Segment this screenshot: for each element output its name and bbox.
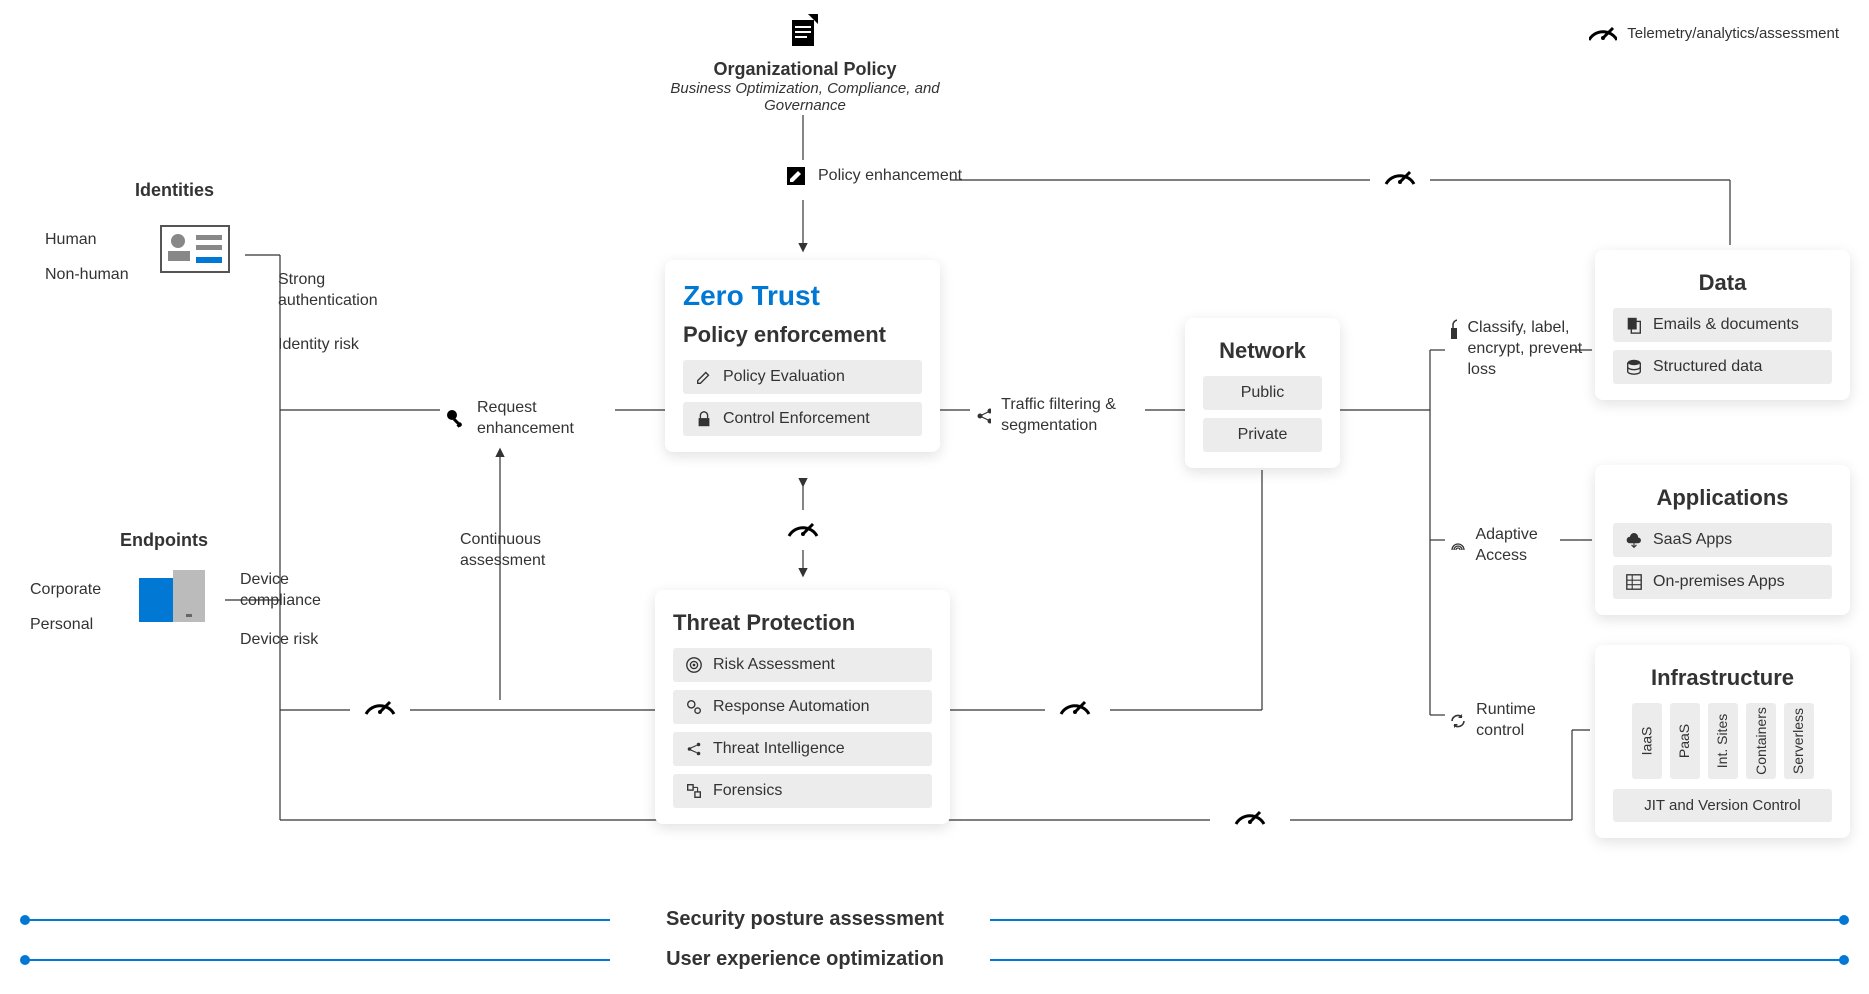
identities-heading: Identities	[135, 180, 214, 201]
network-card: Network Public Private	[1185, 318, 1340, 468]
document-icon	[790, 14, 820, 48]
traffic-filtering-label: Traffic filtering & segmentation	[1001, 395, 1175, 437]
id-card-icon	[160, 225, 230, 278]
org-policy-block: Organizational Policy Business Optimizat…	[640, 14, 970, 114]
infra-jit: JIT and Version Control	[1613, 789, 1832, 822]
pill-forensics-label: Forensics	[713, 782, 782, 800]
pill-network-private-label: Private	[1238, 426, 1288, 444]
pill-network-public: Public	[1203, 376, 1322, 410]
pill-network-public-label: Public	[1241, 384, 1285, 402]
edit-square-icon	[786, 166, 806, 186]
gauge-icon	[1589, 22, 1617, 44]
apps-card: Applications SaaS Apps On-premises Apps	[1595, 465, 1850, 615]
identities-strong-auth: Strong authentication	[278, 270, 418, 312]
infra-col-intsites: Int. Sites	[1708, 703, 1738, 779]
infra-col-paas: PaaS	[1670, 703, 1700, 779]
target-icon	[685, 656, 703, 674]
threat-card: Threat Protection Risk Assessment Respon…	[655, 590, 950, 824]
zero-trust-title: Policy enforcement	[683, 322, 922, 348]
runtime-label-row: Runtime control	[1448, 700, 1578, 742]
identities-nonhuman: Non-human	[45, 265, 129, 286]
pill-emails: Emails & documents	[1613, 308, 1832, 342]
fingerprint-icon	[1448, 536, 1465, 556]
pencil-icon	[695, 368, 713, 386]
pill-saas-label: SaaS Apps	[1653, 531, 1732, 549]
gears-icon	[685, 698, 703, 716]
footer-ux: User experience optimization	[620, 948, 990, 971]
data-title: Data	[1613, 270, 1832, 296]
pill-onprem-label: On-premises Apps	[1653, 573, 1785, 591]
org-policy-title: Organizational Policy	[640, 59, 970, 80]
devices-icon	[135, 570, 215, 635]
pill-structured-label: Structured data	[1653, 358, 1762, 376]
continuous-assessment: Continuous assessment	[460, 530, 570, 572]
pill-emails-label: Emails & documents	[1653, 316, 1799, 334]
forensics-icon	[685, 782, 703, 800]
key-icon	[445, 408, 467, 430]
infra-col-iaas: IaaS	[1632, 703, 1662, 779]
infra-title: Infrastructure	[1613, 665, 1832, 691]
classify-label-row: Classify, label, encrypt, prevent loss	[1448, 318, 1588, 380]
footer-security: Security posture assessment	[620, 908, 990, 931]
threat-title: Threat Protection	[673, 610, 932, 636]
documents-icon	[1625, 316, 1643, 334]
database-icon	[1625, 358, 1643, 376]
refresh-icon	[1448, 711, 1466, 731]
pill-forensics: Forensics	[673, 774, 932, 808]
pill-risk: Risk Assessment	[673, 648, 932, 682]
adaptive-label-row: Adaptive Access	[1448, 525, 1578, 567]
zero-trust-card: Zero Trust Policy enforcement Policy Eva…	[665, 260, 940, 452]
data-card: Data Emails & documents Structured data	[1595, 250, 1850, 400]
cloud-icon	[1625, 531, 1643, 549]
traffic-filtering: Traffic filtering & segmentation	[975, 395, 1175, 437]
infra-col-containers: Containers	[1746, 703, 1776, 779]
lock-icon	[695, 410, 713, 428]
adaptive-label: Adaptive Access	[1475, 525, 1578, 567]
legend-label: Telemetry/analytics/assessment	[1627, 25, 1839, 42]
policy-enhancement-label: Policy enhancement	[818, 166, 962, 187]
pill-onprem: On-premises Apps	[1613, 565, 1832, 599]
pill-intel: Threat Intelligence	[673, 732, 932, 766]
infra-columns: IaaS PaaS Int. Sites Containers Serverle…	[1613, 703, 1832, 779]
infra-col-serverless: Serverless	[1784, 703, 1814, 779]
endpoints-risk: Device risk	[240, 630, 318, 651]
pill-control-enf-label: Control Enforcement	[723, 410, 870, 428]
lock-badge-icon	[1448, 318, 1457, 342]
pill-control-enf: Control Enforcement	[683, 402, 922, 436]
apps-title: Applications	[1613, 485, 1832, 511]
connector-layer	[0, 0, 1869, 994]
identities-human: Human	[45, 230, 97, 251]
share-nodes-icon	[975, 406, 991, 426]
policy-enhancement: Policy enhancement	[786, 166, 962, 187]
endpoints-personal: Personal	[30, 615, 93, 636]
pill-risk-label: Risk Assessment	[713, 656, 835, 674]
pill-response: Response Automation	[673, 690, 932, 724]
pill-policy-eval-label: Policy Evaluation	[723, 368, 845, 386]
pill-response-label: Response Automation	[713, 698, 870, 716]
pill-policy-eval: Policy Evaluation	[683, 360, 922, 394]
zero-trust-brand: Zero Trust	[683, 280, 922, 312]
request-enhancement: Request enhancement	[445, 398, 587, 440]
org-policy-subtitle: Business Optimization, Compliance, and G…	[640, 80, 970, 114]
pill-intel-label: Threat Intelligence	[713, 740, 845, 758]
endpoints-corporate: Corporate	[30, 580, 101, 601]
runtime-label: Runtime control	[1476, 700, 1578, 742]
endpoints-compliance: Device compliance	[240, 570, 360, 612]
pill-network-private: Private	[1203, 418, 1322, 452]
legend-telemetry: Telemetry/analytics/assessment	[1589, 22, 1839, 44]
classify-label: Classify, label, encrypt, prevent loss	[1467, 318, 1588, 380]
infra-card: Infrastructure IaaS PaaS Int. Sites Cont…	[1595, 645, 1850, 838]
network-title: Network	[1203, 338, 1322, 364]
request-enhancement-label: Request enhancement	[477, 398, 587, 440]
pill-saas: SaaS Apps	[1613, 523, 1832, 557]
endpoints-heading: Endpoints	[120, 530, 208, 551]
grid-app-icon	[1625, 573, 1643, 591]
pill-structured: Structured data	[1613, 350, 1832, 384]
share-icon	[685, 740, 703, 758]
identities-risk: Identity risk	[278, 335, 359, 356]
